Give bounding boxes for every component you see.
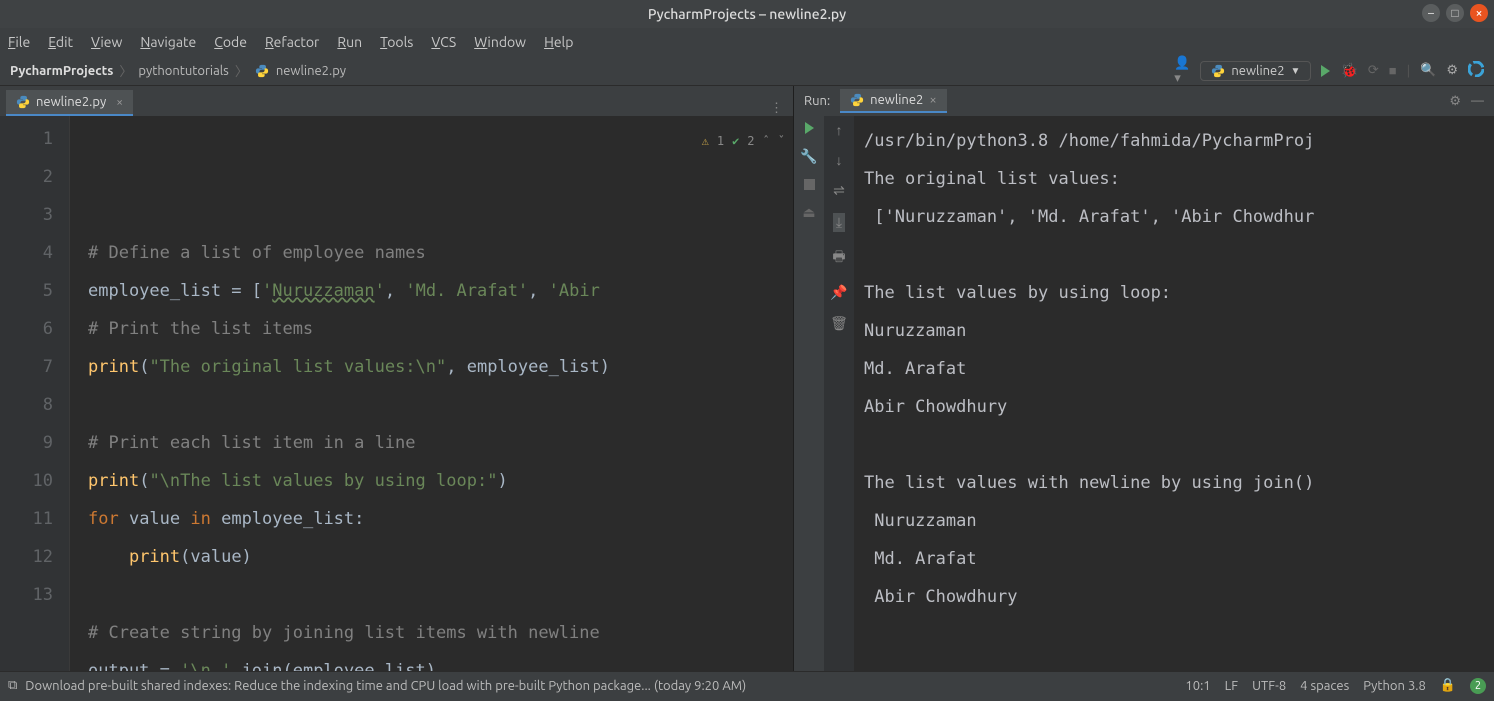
run-tab[interactable]: newline2 ×: [840, 89, 947, 113]
code-line[interactable]: output = '\n '.join(employee_list): [88, 652, 793, 671]
run-button[interactable]: [1321, 65, 1330, 77]
code-line[interactable]: # Print each list item in a line: [88, 424, 793, 462]
caret-position[interactable]: 10:1: [1185, 679, 1210, 693]
file-encoding[interactable]: UTF-8: [1252, 679, 1286, 693]
code-line[interactable]: employee_list = ['Nuruzzaman', 'Md. Araf…: [88, 272, 793, 310]
breadcrumb-folder[interactable]: pythontutorials: [138, 64, 228, 78]
run-toolbar-left: 🔧 ⏏: [794, 116, 824, 671]
chevron-down-icon: ▼: [1291, 65, 1301, 77]
coverage-button[interactable]: ⟳: [1368, 63, 1379, 78]
menu-file[interactable]: File: [8, 34, 30, 50]
stop-icon[interactable]: [804, 179, 815, 190]
breadcrumb-root[interactable]: PycharmProjects: [10, 64, 113, 78]
editor-tab-label: newline2.py: [36, 95, 106, 109]
breadcrumb-file[interactable]: newline2.py: [276, 64, 346, 78]
run-config-name: newline2: [1231, 64, 1284, 78]
menu-window[interactable]: Window: [474, 34, 526, 50]
breadcrumb: PycharmProjects 〉 pythontutorials 〉 newl…: [10, 61, 346, 80]
up-icon[interactable]: ↑: [836, 122, 843, 138]
chevron-down-icon[interactable]: ˇ: [778, 122, 785, 160]
scroll-icon[interactable]: ⤓: [833, 213, 845, 232]
statusbar: ⧉ Download pre-built shared indexes: Red…: [0, 671, 1494, 699]
wrench-icon[interactable]: 🔧: [800, 148, 817, 165]
code-lines[interactable]: ⚠1 ✔2 ˆ ˇ # Define a list of employee na…: [70, 116, 793, 671]
code-line[interactable]: # Print the list items: [88, 310, 793, 348]
down-icon[interactable]: ↓: [836, 152, 843, 168]
tool-window-icon[interactable]: ⧉: [8, 678, 17, 693]
settings-icon[interactable]: ⚙: [1446, 63, 1458, 78]
line-separator[interactable]: LF: [1225, 679, 1238, 693]
search-icon[interactable]: 🔍: [1420, 63, 1436, 78]
code-line[interactable]: [88, 386, 793, 424]
close-button[interactable]: ×: [1470, 4, 1488, 22]
hide-panel-icon[interactable]: —: [1471, 94, 1484, 108]
run-tab-label: newline2: [870, 93, 923, 107]
gutter: 12345678910111213: [0, 116, 70, 671]
status-message[interactable]: Download pre-built shared indexes: Reduc…: [25, 679, 746, 693]
code-line[interactable]: for value in employee_list:: [88, 500, 793, 538]
console-output[interactable]: /usr/bin/python3.8 /home/fahmida/Pycharm…: [854, 116, 1494, 671]
chevron-up-icon[interactable]: ˆ: [763, 122, 770, 160]
check-icon: ✔: [732, 122, 739, 160]
code-area[interactable]: 12345678910111213 ⚠1 ✔2 ˆ ˇ # Define a l…: [0, 116, 793, 671]
code-line[interactable]: print("The original list values:\n", emp…: [88, 348, 793, 386]
exit-icon[interactable]: ⏏: [802, 204, 815, 221]
menu-navigate[interactable]: Navigate: [140, 34, 196, 50]
rerun-icon[interactable]: [805, 122, 814, 134]
minimize-button[interactable]: –: [1422, 4, 1440, 22]
menu-edit[interactable]: Edit: [48, 34, 73, 50]
python-file-icon: [254, 63, 270, 79]
code-line[interactable]: # Create string by joining list items wi…: [88, 614, 793, 652]
menu-run[interactable]: Run: [337, 34, 362, 50]
code-line[interactable]: # Define a list of employee names: [88, 234, 793, 272]
maximize-button[interactable]: □: [1446, 4, 1464, 22]
menu-vcs[interactable]: VCS: [431, 34, 456, 50]
print-icon[interactable]: 🖶: [832, 246, 845, 270]
close-run-tab-icon[interactable]: ×: [929, 93, 936, 107]
run-panel: Run: newline2 × ⚙ — 🔧 ⏏ ↑ ↓ ⇌ ⤓ 🖶: [794, 86, 1494, 671]
menu-help[interactable]: Help: [544, 34, 573, 50]
code-line[interactable]: print(value): [88, 538, 793, 576]
run-label: Run:: [804, 94, 830, 108]
menu-code[interactable]: Code: [214, 34, 247, 50]
lock-icon[interactable]: 🔒: [1440, 678, 1456, 693]
run-toolbar-right: ↑ ↓ ⇌ ⤓ 🖶 📌 🗑: [824, 116, 854, 671]
run-config-selector[interactable]: newline2 ▼: [1200, 61, 1311, 81]
debug-button[interactable]: 🐞: [1340, 62, 1357, 79]
indent-setting[interactable]: 4 spaces: [1300, 679, 1349, 693]
run-header: Run: newline2 × ⚙ —: [794, 86, 1494, 116]
run-body: 🔧 ⏏ ↑ ↓ ⇌ ⤓ 🖶 📌 🗑 /usr/bin/python3.8 /ho…: [794, 116, 1494, 671]
editor-tabbar: newline2.py × ⋮: [0, 86, 793, 116]
titlebar: PycharmProjects – newline2.py – □ ×: [0, 0, 1494, 28]
warning-icon: ⚠: [702, 122, 709, 160]
editor-pane: newline2.py × ⋮ 12345678910111213 ⚠1 ✔2 …: [0, 86, 794, 671]
window-title: PycharmProjects – newline2.py: [8, 6, 1486, 22]
navbar: PycharmProjects 〉 pythontutorials 〉 newl…: [0, 56, 1494, 86]
jetbrains-icon[interactable]: [1468, 61, 1484, 80]
user-icon[interactable]: 👤▾: [1174, 63, 1190, 79]
editor-tab[interactable]: newline2.py ×: [6, 90, 133, 116]
notification-badge[interactable]: 2: [1470, 678, 1486, 694]
softwrap-icon[interactable]: ⇌: [833, 182, 845, 199]
menu-view[interactable]: View: [91, 34, 122, 50]
stop-button[interactable]: ■: [1389, 63, 1397, 78]
close-tab-icon[interactable]: ×: [116, 96, 123, 109]
inspection-widget[interactable]: ⚠1 ✔2 ˆ ˇ: [702, 122, 785, 160]
main-content: newline2.py × ⋮ 12345678910111213 ⚠1 ✔2 …: [0, 86, 1494, 671]
menu-tools[interactable]: Tools: [380, 34, 413, 50]
menu-refactor[interactable]: Refactor: [265, 34, 319, 50]
menubar: File Edit View Navigate Code Refactor Run Tools…: [0, 28, 1494, 56]
pin-icon[interactable]: 📌: [830, 284, 847, 301]
run-settings-icon[interactable]: ⚙: [1449, 94, 1461, 109]
interpreter[interactable]: Python 3.8: [1363, 679, 1426, 693]
code-line[interactable]: [88, 576, 793, 614]
code-line[interactable]: print("\nThe list values by using loop:"…: [88, 462, 793, 500]
editor-tab-more[interactable]: ⋮: [760, 101, 793, 116]
trash-icon[interactable]: 🗑: [830, 315, 848, 332]
